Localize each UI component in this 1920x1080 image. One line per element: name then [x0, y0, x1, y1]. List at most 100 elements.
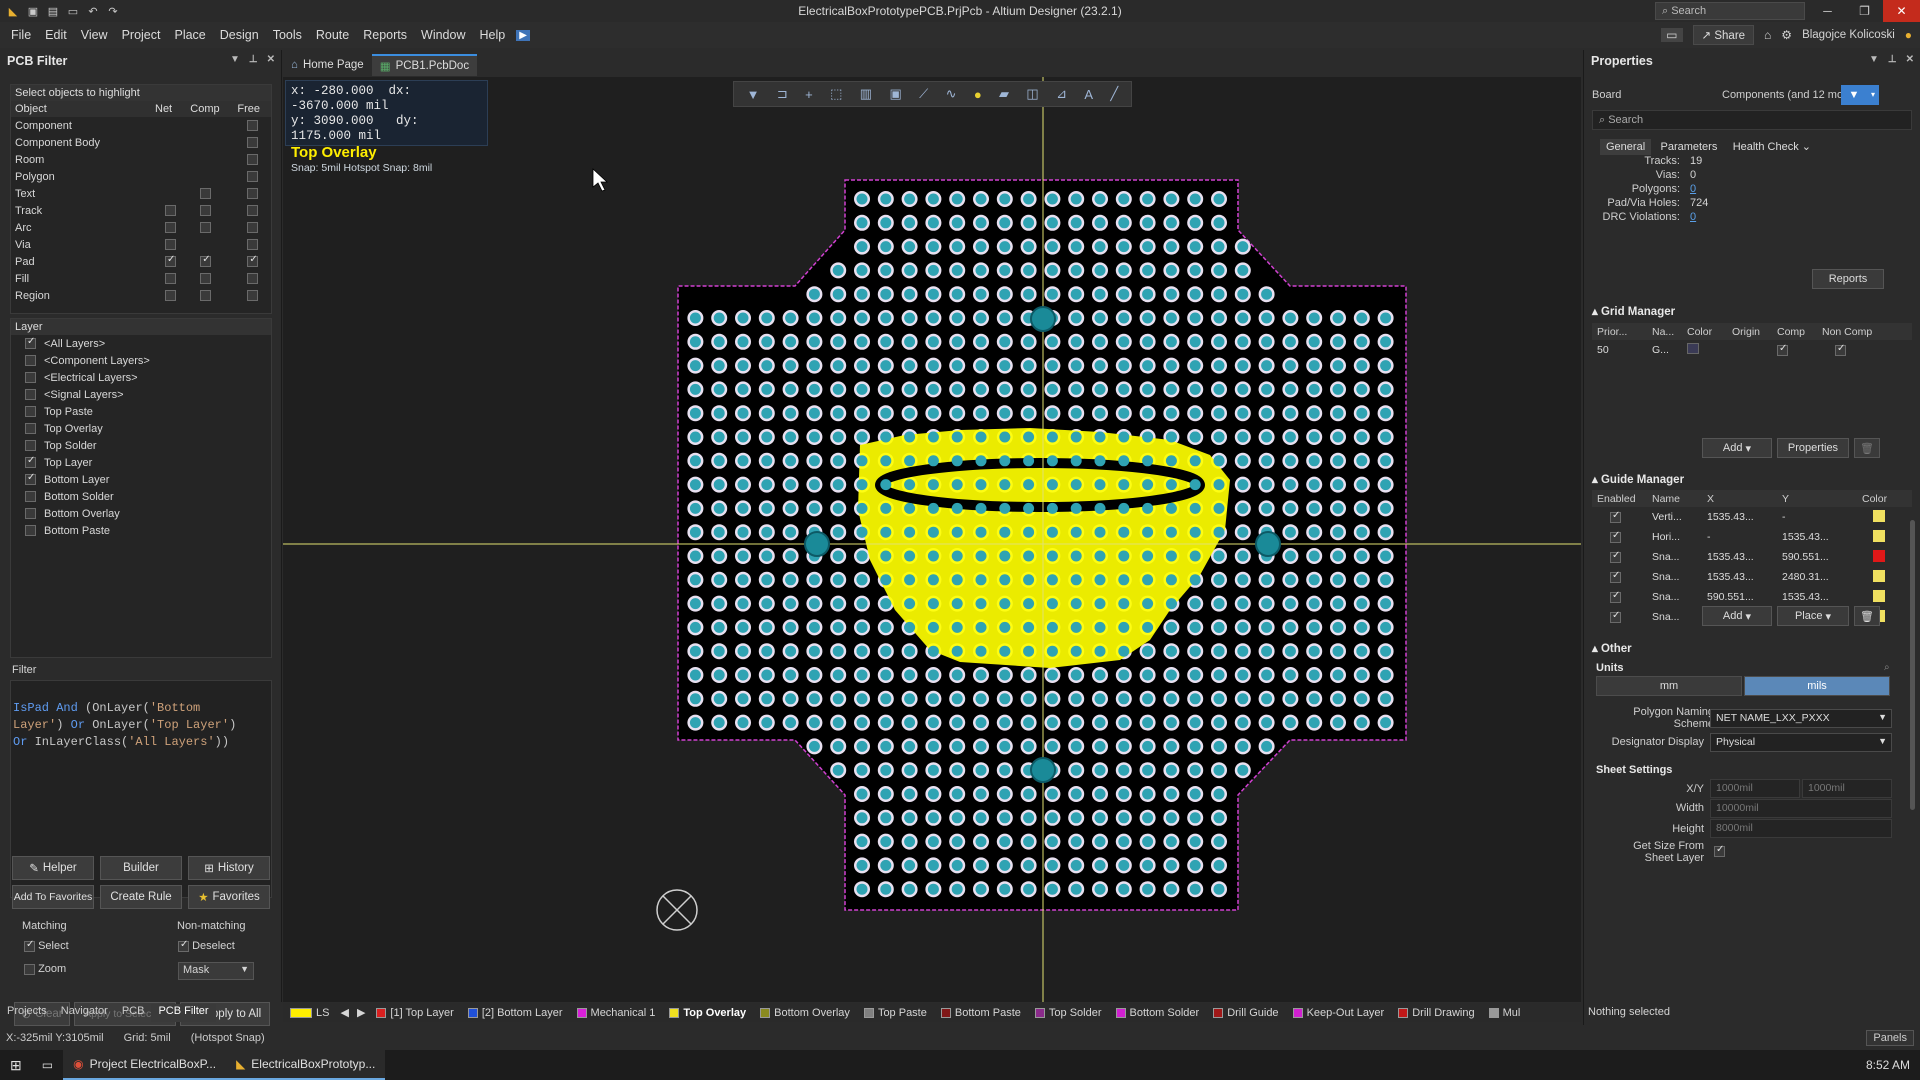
filter-icon[interactable]: ▼: [747, 87, 760, 102]
layer-tab[interactable]: Top Overlay: [662, 1007, 753, 1019]
layer-checkbox[interactable]: [25, 406, 36, 417]
layer-tab[interactable]: Top Paste: [857, 1007, 934, 1019]
grid-comp-check[interactable]: [1777, 343, 1788, 356]
title-search[interactable]: ⌕ Search: [1655, 2, 1805, 20]
guide-delete-button[interactable]: 🗑: [1854, 606, 1880, 626]
guide-enabled-check[interactable]: [1610, 550, 1621, 563]
pin-icon[interactable]: ⊥: [249, 54, 258, 65]
object-comp-checkbox[interactable]: [200, 188, 212, 200]
object-net-checkbox[interactable]: [165, 205, 176, 217]
panel-close-icon[interactable]: ✕: [267, 54, 275, 65]
grid-noncomp-check[interactable]: [1835, 343, 1846, 356]
object-comp-checkbox[interactable]: [200, 222, 212, 234]
sheet-height-input[interactable]: 8000mil: [1710, 819, 1892, 838]
object-free-checkbox[interactable]: [247, 205, 259, 217]
guide-color-swatch[interactable]: [1873, 529, 1885, 542]
layer-scroll-right-icon[interactable]: ▶: [353, 1006, 369, 1019]
grid-properties-button[interactable]: Properties: [1777, 438, 1849, 458]
stat-value[interactable]: 0: [1690, 211, 1696, 225]
tab-parameters[interactable]: Parameters: [1654, 139, 1723, 155]
menu-file[interactable]: File: [4, 28, 38, 42]
share-button[interactable]: ↗ Share: [1692, 25, 1755, 45]
guide-color-swatch[interactable]: [1873, 569, 1885, 582]
create-rule-button[interactable]: Create Rule: [100, 885, 182, 909]
pcb-board-view[interactable]: [283, 77, 1581, 1002]
stat-value[interactable]: 0: [1690, 183, 1696, 197]
region-icon[interactable]: ◫: [1026, 86, 1038, 102]
pcb-canvas[interactable]: [283, 77, 1581, 1002]
component-icon[interactable]: ▣: [889, 86, 901, 102]
panel-menu-icon[interactable]: ▼: [230, 54, 240, 65]
tab-health-check[interactable]: Health Check ⌄: [1727, 138, 1817, 155]
unit-mils-button[interactable]: mils: [1744, 676, 1890, 696]
tab-navigator[interactable]: Navigator: [54, 1004, 115, 1022]
grid-manager-header[interactable]: ▴ Grid Manager: [1592, 304, 1675, 318]
zoom-check[interactable]: [24, 963, 35, 975]
guide-row[interactable]: Sna... 1535.43... 2480.31...: [1592, 567, 1912, 587]
guide-row[interactable]: Verti... 1535.43... -: [1592, 507, 1912, 527]
guide-manager-header[interactable]: ▴ Guide Manager: [1592, 472, 1684, 486]
layer-checkbox[interactable]: [25, 389, 36, 400]
sheet-y-input[interactable]: 1000mil: [1802, 779, 1892, 798]
layer-tab[interactable]: Mechanical 1: [570, 1007, 663, 1019]
object-comp-checkbox[interactable]: [200, 254, 212, 268]
layer-checkbox[interactable]: [25, 491, 36, 502]
sheet-width-input[interactable]: 10000mil: [1710, 799, 1892, 818]
object-free-checkbox[interactable]: [247, 137, 259, 149]
dimension-icon[interactable]: ⊿: [1056, 86, 1067, 102]
fill-icon[interactable]: ▰: [999, 86, 1009, 102]
helper-button[interactable]: ✎ Helper: [12, 856, 94, 880]
zoom-checkbox[interactable]: Zoom: [24, 963, 66, 975]
crosshair-icon[interactable]: +: [805, 87, 813, 102]
object-net-checkbox[interactable]: [165, 222, 176, 234]
object-net-checkbox[interactable]: [165, 239, 176, 251]
layer-row[interactable]: Bottom Paste: [11, 522, 271, 539]
tab-pcb-filter[interactable]: PCB Filter: [151, 1004, 216, 1022]
layer-tab[interactable]: Bottom Overlay: [753, 1007, 857, 1019]
grid-color-swatch[interactable]: [1682, 343, 1727, 357]
object-free-checkbox[interactable]: [247, 239, 259, 251]
object-net-checkbox[interactable]: [165, 254, 176, 268]
object-comp-checkbox[interactable]: [200, 205, 212, 217]
guide-enabled-check[interactable]: [1610, 610, 1621, 623]
select-check[interactable]: [24, 939, 35, 952]
object-free-checkbox[interactable]: [247, 254, 259, 268]
reports-button[interactable]: Reports: [1812, 269, 1884, 289]
line-icon[interactable]: ╱: [1110, 86, 1118, 102]
layer-checkbox[interactable]: [25, 355, 36, 366]
select-rect-icon[interactable]: ⬚: [830, 86, 842, 102]
guide-enabled-check[interactable]: [1610, 590, 1621, 603]
menu-reports[interactable]: Reports: [356, 28, 414, 42]
filter-icon[interactable]: ▼: [1841, 85, 1867, 105]
layer-row[interactable]: Bottom Layer: [11, 471, 271, 488]
guide-color-swatch[interactable]: [1873, 589, 1885, 602]
align-icon[interactable]: ▥: [860, 86, 872, 102]
run-script-icon[interactable]: ▶: [516, 29, 530, 41]
layer-row[interactable]: Top Paste: [11, 403, 271, 420]
menu-route[interactable]: Route: [309, 28, 356, 42]
units-search-icon[interactable]: ⌕: [1884, 662, 1890, 673]
polygon-naming-select[interactable]: NET NAME_LXX_PXXX ▼: [1710, 709, 1892, 728]
guide-row[interactable]: Hori... - 1535.43...: [1592, 527, 1912, 547]
layer-tab[interactable]: Mul: [1482, 1007, 1528, 1019]
layer-checkbox[interactable]: [25, 423, 36, 434]
layer-row[interactable]: Bottom Solder: [11, 488, 271, 505]
guide-enabled-check[interactable]: [1610, 570, 1621, 583]
layer-checkbox[interactable]: [25, 372, 36, 383]
save-all-icon[interactable]: ▤: [46, 4, 60, 18]
menu-edit[interactable]: Edit: [38, 28, 74, 42]
layer-row[interactable]: <Signal Layers>: [11, 386, 271, 403]
tab-home-page[interactable]: ⌂ Home Page: [283, 54, 372, 76]
route-icon[interactable]: ⟋: [919, 86, 928, 102]
tab-general[interactable]: General: [1600, 139, 1652, 155]
object-free-checkbox[interactable]: [247, 120, 259, 132]
save-icon[interactable]: ▣: [26, 4, 40, 18]
avatar[interactable]: ●: [1905, 28, 1912, 42]
layer-tab[interactable]: LS: [283, 1007, 336, 1019]
layer-tab[interactable]: Top Solder: [1028, 1007, 1109, 1019]
close-button[interactable]: ✕: [1883, 0, 1920, 22]
settings-icon[interactable]: ⚙: [1781, 28, 1792, 42]
mask-select[interactable]: Mask ▼: [178, 962, 254, 980]
object-comp-checkbox[interactable]: [200, 290, 212, 302]
layer-row[interactable]: Top Overlay: [11, 420, 271, 437]
